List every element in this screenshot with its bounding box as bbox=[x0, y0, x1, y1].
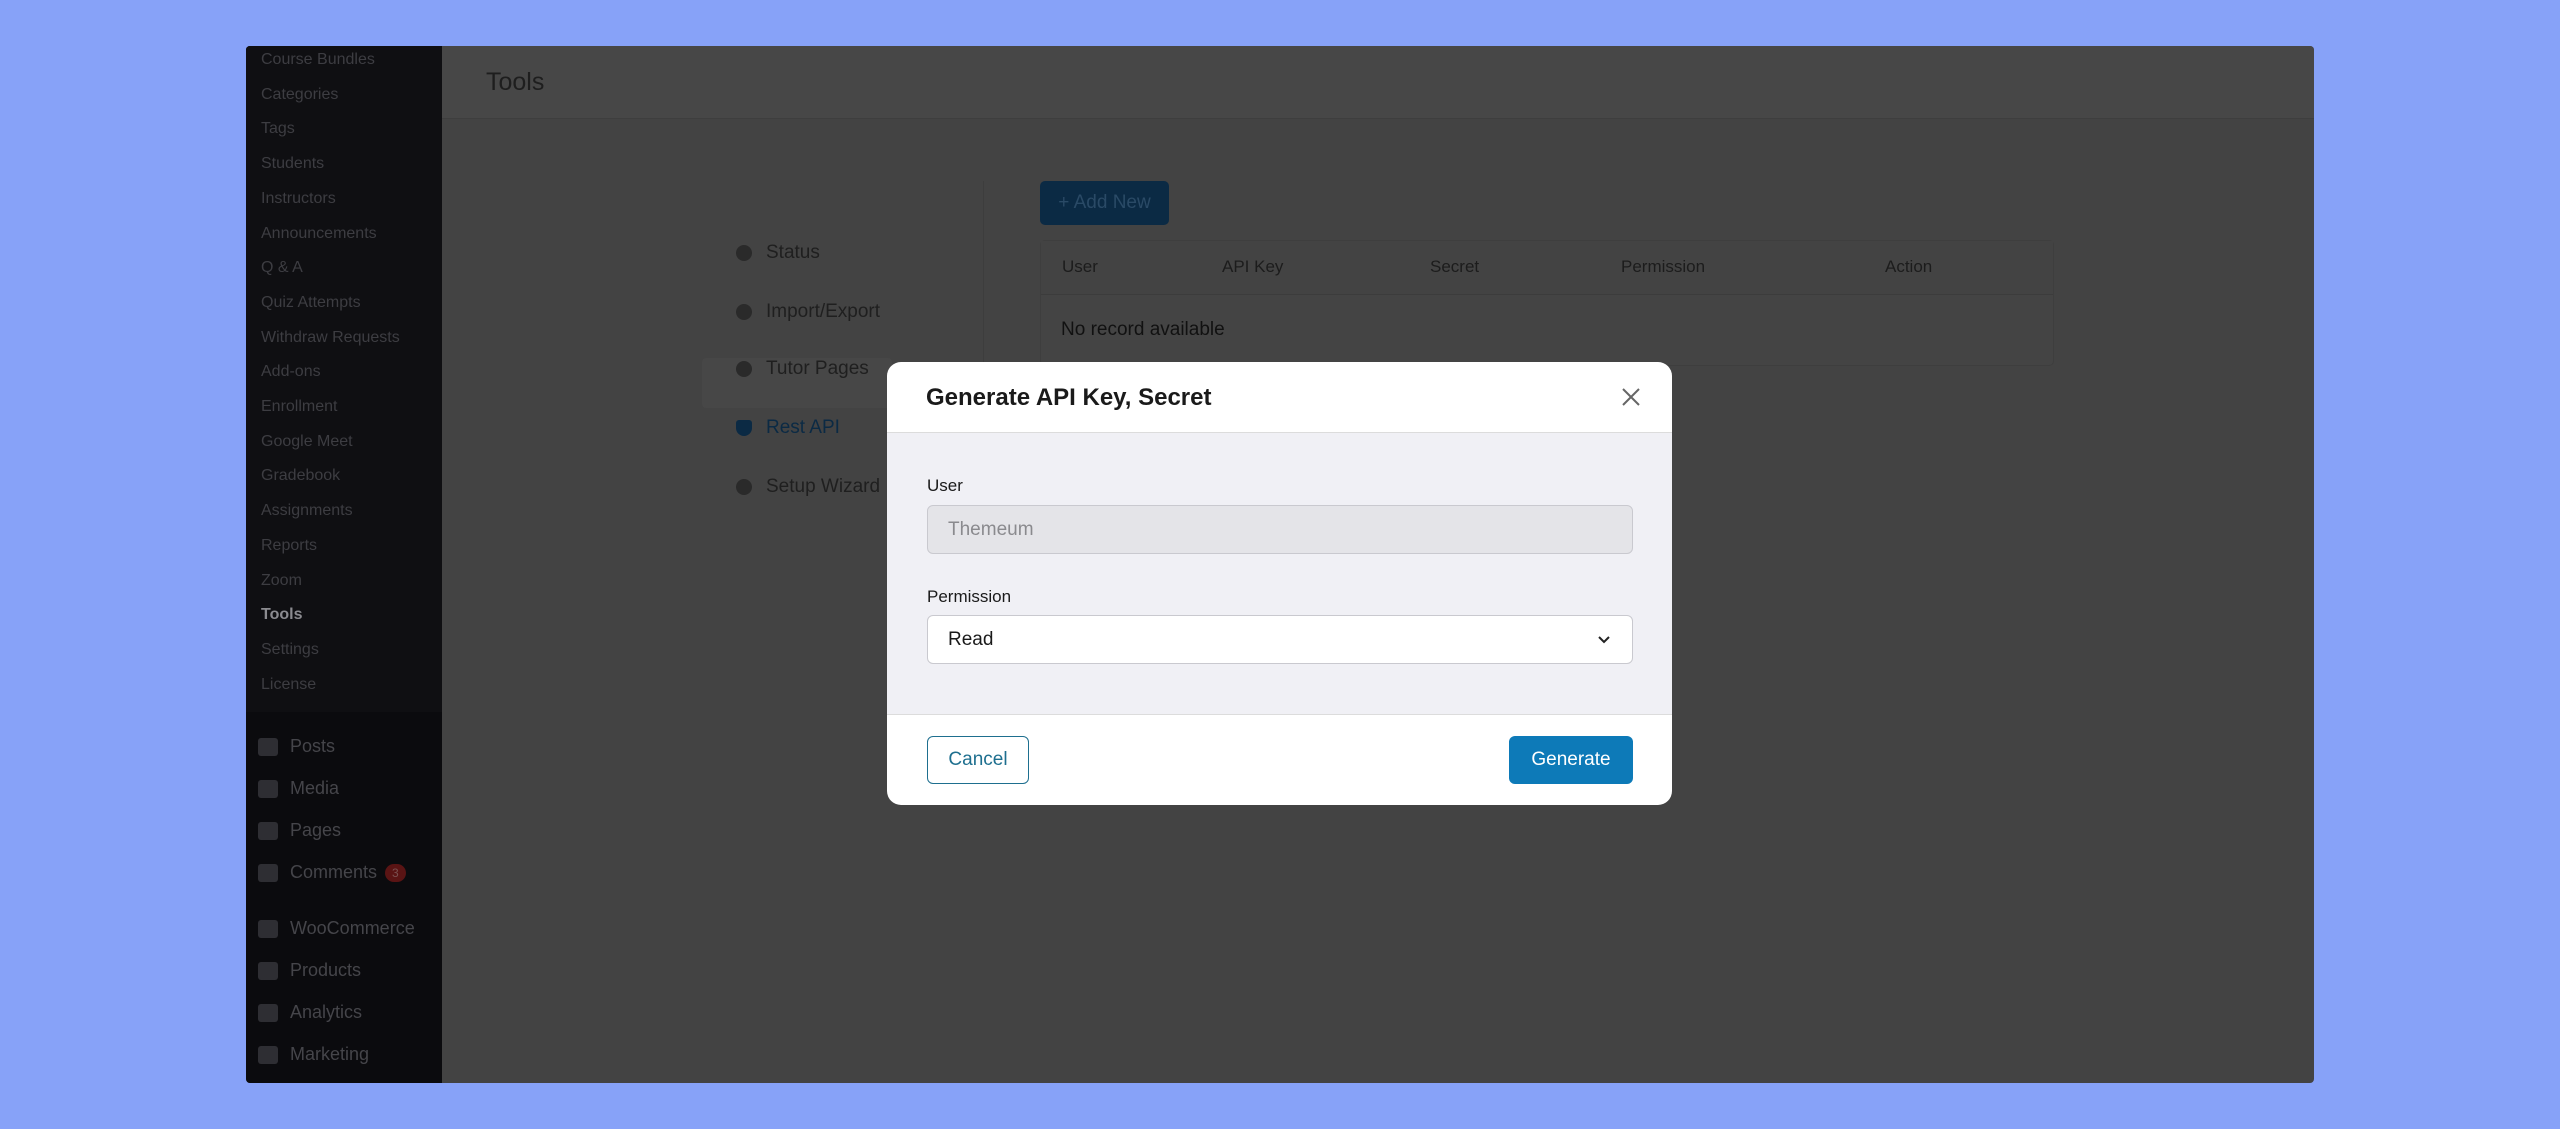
menu-item[interactable]: Comments 3 bbox=[258, 862, 406, 883]
shield-icon bbox=[736, 420, 752, 436]
submenu-item[interactable]: Tools bbox=[261, 606, 302, 624]
close-icon bbox=[1622, 388, 1640, 406]
menu-item[interactable]: Analytics bbox=[258, 1002, 362, 1023]
column-header: Action bbox=[1885, 257, 1933, 276]
pie-icon bbox=[736, 245, 752, 261]
menu-label: Comments bbox=[290, 862, 378, 882]
submenu-item[interactable]: Settings bbox=[261, 641, 319, 659]
menu-item[interactable]: Pages bbox=[258, 820, 341, 841]
table-header: User API Key Secret Permission Action bbox=[1041, 241, 2053, 295]
chevron-down-icon bbox=[1598, 635, 1610, 643]
pages-icon bbox=[736, 361, 752, 377]
media-icon bbox=[258, 779, 278, 798]
generate-api-modal: Generate API Key, Secret User Themeum Pe… bbox=[887, 362, 1672, 805]
woo-icon bbox=[258, 919, 278, 938]
admin-sidebar: Course Bundles Categories Tags Students Inst… bbox=[246, 46, 442, 1083]
submenu-item[interactable]: License bbox=[261, 676, 316, 694]
close-button[interactable] bbox=[1618, 384, 1644, 410]
user-value: Themeum bbox=[948, 518, 1034, 540]
megaphone-icon bbox=[258, 1045, 278, 1064]
menu-label: Pages bbox=[290, 820, 342, 840]
swap-icon bbox=[736, 304, 752, 320]
menu-label: Marketing bbox=[290, 1044, 370, 1064]
submenu-item[interactable]: Quiz Attempts bbox=[261, 294, 361, 312]
column-header: API Key bbox=[1222, 257, 1284, 276]
add-new-button[interactable]: + Add New bbox=[1040, 181, 1169, 225]
count-badge: 3 bbox=[385, 863, 406, 882]
tools-nav-item[interactable]: Import/Export bbox=[736, 301, 880, 323]
menu-label: Products bbox=[290, 960, 362, 980]
menu-label: Posts bbox=[290, 736, 336, 756]
column-header: Permission bbox=[1621, 257, 1706, 276]
page-header: Tools bbox=[442, 46, 2314, 119]
menu-item[interactable]: WooCommerce bbox=[258, 918, 415, 939]
globe-icon bbox=[736, 479, 752, 495]
submenu-item[interactable]: Q & A bbox=[261, 259, 303, 277]
api-keys-table: User API Key Secret Permission Action No rec… bbox=[1040, 240, 2054, 366]
tools-nav-item[interactable]: Setup Wizard bbox=[736, 476, 880, 498]
nav-label: Tutor Pages bbox=[766, 358, 869, 379]
cancel-button[interactable]: Cancel bbox=[927, 736, 1029, 784]
menu-label: Media bbox=[290, 778, 340, 798]
tools-nav-item[interactable]: Rest API bbox=[736, 417, 840, 439]
submenu-item[interactable]: Instructors bbox=[261, 190, 336, 208]
tutor-submenu: Course Bundles Categories Tags Students Inst… bbox=[246, 46, 442, 712]
submenu-item[interactable]: Zoom bbox=[261, 572, 302, 590]
menu-label: WooCommerce bbox=[290, 918, 415, 938]
archive-icon bbox=[258, 961, 278, 980]
comment-icon bbox=[258, 863, 278, 882]
menu-item[interactable]: Media bbox=[258, 778, 339, 799]
bar-chart-icon bbox=[258, 1003, 278, 1022]
column-header: User bbox=[1062, 257, 1098, 276]
empty-message: No record available bbox=[1061, 319, 1225, 340]
permission-select[interactable]: Read bbox=[927, 615, 1633, 664]
permission-value: Read bbox=[948, 628, 994, 650]
generate-button[interactable]: Generate bbox=[1509, 736, 1633, 784]
submenu-item[interactable]: Course Bundles bbox=[261, 51, 375, 69]
pages-icon bbox=[258, 821, 278, 840]
nav-label: Import/Export bbox=[766, 301, 881, 322]
tools-nav-item[interactable]: Tutor Pages bbox=[736, 358, 869, 380]
submenu-item[interactable]: Assignments bbox=[261, 502, 353, 520]
menu-item[interactable]: Marketing bbox=[258, 1044, 369, 1065]
menu-label: Analytics bbox=[290, 1002, 363, 1022]
page-title: Tools bbox=[486, 68, 545, 96]
user-field[interactable]: Themeum bbox=[927, 505, 1633, 554]
submenu-item[interactable]: Students bbox=[261, 155, 324, 173]
submenu-item[interactable]: Categories bbox=[261, 86, 338, 104]
menu-item[interactable]: Products bbox=[258, 960, 361, 981]
modal-title: Generate API Key, Secret bbox=[926, 384, 1212, 411]
nav-label: Status bbox=[766, 242, 820, 263]
pin-icon bbox=[258, 737, 278, 756]
submenu-item[interactable]: Add-ons bbox=[261, 363, 321, 381]
user-label: User bbox=[927, 476, 963, 495]
nav-label: Setup Wizard bbox=[766, 476, 881, 497]
submenu-item[interactable]: Announcements bbox=[261, 225, 377, 243]
submenu-item[interactable]: Google Meet bbox=[261, 433, 353, 451]
column-header: Secret bbox=[1430, 257, 1480, 276]
submenu-item[interactable]: Reports bbox=[261, 537, 317, 555]
nav-label: Rest API bbox=[766, 417, 840, 438]
submenu-item[interactable]: Enrollment bbox=[261, 398, 337, 416]
submenu-item[interactable]: Tags bbox=[261, 120, 295, 138]
tools-nav-item[interactable]: Status bbox=[736, 242, 820, 264]
menu-item[interactable]: Posts bbox=[258, 736, 335, 757]
submenu-item[interactable]: Gradebook bbox=[261, 467, 340, 485]
permission-label: Permission bbox=[927, 587, 1012, 606]
submenu-item[interactable]: Withdraw Requests bbox=[261, 329, 400, 347]
